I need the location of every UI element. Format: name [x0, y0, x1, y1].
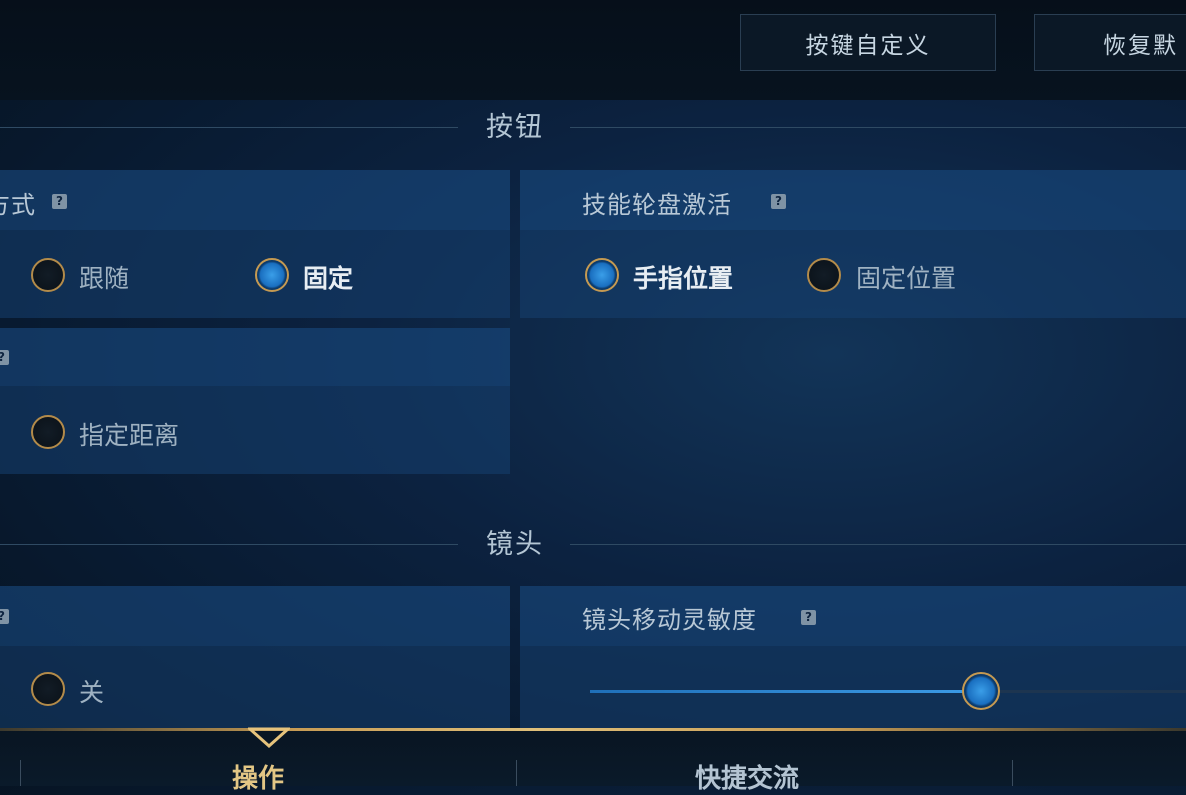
tab-divider	[516, 760, 517, 786]
option-follow-label[interactable]: 跟随	[79, 259, 129, 295]
settings-panel-mode	[0, 170, 510, 230]
sensitivity-slider-fill	[590, 690, 981, 693]
sensitivity-slider-handle[interactable]	[962, 672, 1000, 710]
option-off-label[interactable]: 关	[79, 673, 104, 709]
top-bar	[0, 0, 1186, 100]
divider-line	[0, 127, 458, 128]
section-title-camera: 镜头	[486, 529, 544, 560]
bottom-tab-bar	[0, 728, 1186, 786]
option-fixed-position-label[interactable]: 固定位置	[856, 259, 956, 295]
divider-line	[570, 544, 1186, 545]
tab-bar-gold-line	[0, 728, 1186, 731]
radio-fixed[interactable]	[255, 258, 289, 292]
restore-default-button[interactable]: 恢复默	[1034, 14, 1186, 71]
settings-panel-skill-wheel-body	[520, 230, 1186, 318]
section-header-buttons: 按钮	[0, 108, 1186, 148]
help-icon[interactable]: ?	[0, 609, 9, 624]
help-icon[interactable]: ?	[771, 194, 786, 209]
section-header-camera: 镜头	[0, 525, 1186, 565]
active-tab-indicator-icon	[248, 727, 290, 749]
radio-fixed-distance[interactable]	[31, 415, 65, 449]
settings-panel-distance	[0, 328, 510, 386]
divider-line	[0, 544, 458, 545]
radio-fixed-position[interactable]	[807, 258, 841, 292]
help-icon[interactable]: ?	[52, 194, 67, 209]
tab-divider	[1012, 760, 1013, 786]
help-icon[interactable]: ?	[0, 350, 9, 365]
settings-panel-camera-left	[0, 586, 510, 646]
divider-line	[570, 127, 1186, 128]
option-finger-position-label[interactable]: 手指位置	[633, 259, 733, 295]
radio-off[interactable]	[31, 672, 65, 706]
radio-follow[interactable]	[31, 258, 65, 292]
camera-sensitivity-label: 镜头移动灵敏度	[582, 606, 757, 634]
tab-operation[interactable]: 操作	[232, 758, 284, 795]
mode-label: 方式	[0, 191, 36, 219]
option-fixed-label[interactable]: 固定	[303, 259, 353, 295]
settings-panel-distance-body	[0, 386, 510, 474]
section-title-buttons: 按钮	[486, 112, 544, 143]
settings-panel-camera-sensitivity-body	[520, 646, 1186, 728]
custom-keys-button[interactable]: 按键自定义	[740, 14, 996, 71]
radio-finger-position[interactable]	[585, 258, 619, 292]
settings-panel-camera-left-body	[0, 646, 510, 728]
help-icon[interactable]: ?	[801, 610, 816, 625]
tab-divider	[20, 760, 21, 786]
option-fixed-distance-label[interactable]: 指定距离	[79, 416, 179, 452]
tab-quick-chat[interactable]: 快捷交流	[695, 758, 799, 795]
skill-wheel-label: 技能轮盘激活	[582, 191, 732, 219]
